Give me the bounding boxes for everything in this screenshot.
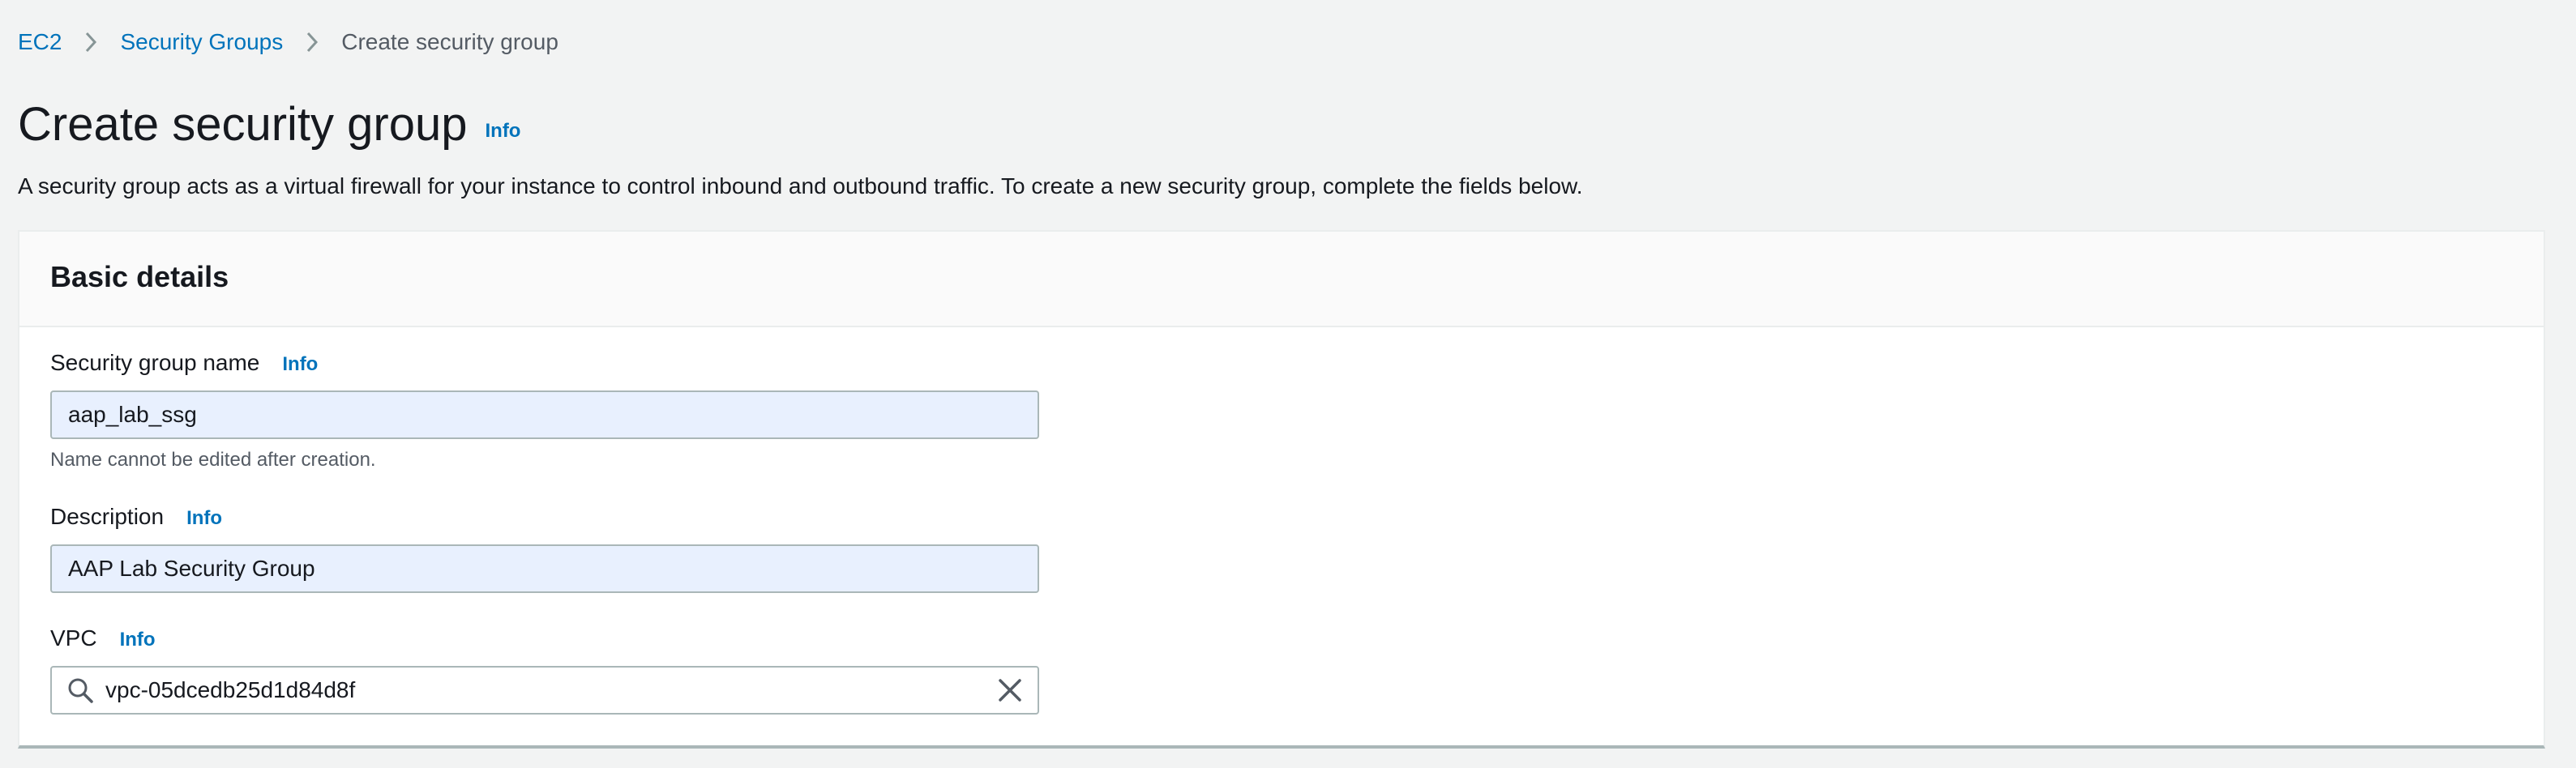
- chevron-right-icon: [301, 28, 323, 57]
- vpc-info-link[interactable]: Info: [120, 629, 156, 651]
- security-group-name-input[interactable]: aap_lab_ssg: [50, 390, 1039, 439]
- page-description: A security group acts as a virtual firew…: [18, 173, 1583, 198]
- vpc-search-input[interactable]: vpc-05dcedb25d1d84d8f: [50, 666, 1039, 715]
- security-group-name-helper: Name cannot be edited after creation.: [50, 449, 376, 471]
- breadcrumb-link-ec2[interactable]: EC2: [18, 29, 62, 55]
- breadcrumb: EC2 Security Groups Create security grou…: [18, 28, 558, 57]
- description-value: AAP Lab Security Group: [68, 556, 315, 581]
- panel-header: Basic details: [19, 232, 2544, 327]
- description-label: Description: [50, 504, 165, 529]
- chevron-right-icon: [79, 28, 102, 57]
- page-info-link[interactable]: Info: [485, 120, 520, 143]
- breadcrumb-current: Create security group: [341, 29, 558, 54]
- description-label-row: Description Info: [50, 504, 222, 530]
- description-input[interactable]: AAP Lab Security Group: [50, 544, 1039, 593]
- breadcrumb-link-security-groups[interactable]: Security Groups: [120, 29, 283, 55]
- security-group-name-info-link[interactable]: Info: [282, 353, 318, 376]
- security-group-name-label-row: Security group name Info: [50, 350, 318, 376]
- security-group-name-label: Security group name: [50, 350, 260, 375]
- vpc-value: vpc-05dcedb25d1d84d8f: [105, 677, 356, 702]
- panel-title: Basic details: [50, 260, 229, 293]
- vpc-label-row: VPC Info: [50, 625, 156, 651]
- page-header: Create security group Info: [18, 94, 520, 156]
- page-title: Create security group: [18, 98, 468, 151]
- basic-details-panel: Basic details Security group name Info a…: [18, 230, 2545, 749]
- search-icon: [66, 676, 94, 704]
- close-icon[interactable]: [997, 677, 1023, 703]
- description-info-link[interactable]: Info: [186, 507, 222, 530]
- security-group-name-value: aap_lab_ssg: [68, 402, 197, 427]
- vpc-label: VPC: [50, 625, 97, 651]
